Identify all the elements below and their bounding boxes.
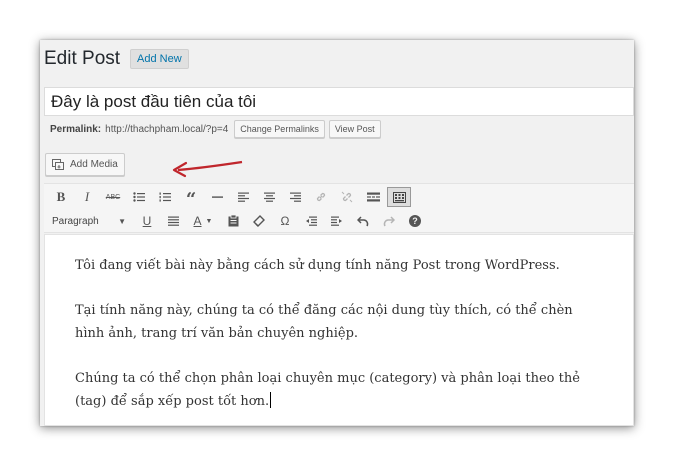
strikethrough-icon: ABC xyxy=(105,193,121,201)
permalink-label: Permalink: xyxy=(50,123,102,135)
numbered-list-button[interactable] xyxy=(152,186,178,208)
bold-button[interactable]: B xyxy=(48,186,74,208)
read-more-button[interactable] xyxy=(360,186,386,208)
strikethrough-button[interactable]: ABC xyxy=(100,186,126,208)
unlink-icon xyxy=(341,191,353,203)
view-post-button[interactable]: View Post xyxy=(328,120,381,138)
content-paragraph: Tại tính năng này, chúng ta có thể đăng … xyxy=(75,303,573,341)
text-color-button[interactable]: A ▼ xyxy=(186,210,220,232)
insert-link-button[interactable] xyxy=(308,186,334,208)
undo-button[interactable] xyxy=(350,210,376,232)
redo-button[interactable] xyxy=(376,210,402,232)
numbered-list-icon xyxy=(159,192,171,202)
eraser-icon xyxy=(253,215,265,227)
add-new-button[interactable]: Add New xyxy=(130,49,189,69)
post-title-input[interactable]: Đây là post đầu tiên của tôi xyxy=(44,87,634,116)
toolbar-toggle-icon xyxy=(392,191,406,203)
media-icon xyxy=(52,158,65,171)
toolbar-row-2: Paragraph ▼ U A ▼ Ω ? xyxy=(48,210,428,232)
page-header: Edit Post Add New xyxy=(44,48,189,70)
clear-formatting-button[interactable] xyxy=(246,210,272,232)
add-media-label: Add Media xyxy=(70,159,118,170)
permalink-url[interactable]: http://thachpham.local/?p=4 xyxy=(105,124,228,135)
bulleted-list-icon xyxy=(133,192,145,202)
page-title: Edit Post xyxy=(44,48,121,69)
paste-as-text-button[interactable] xyxy=(220,210,246,232)
indent-button[interactable] xyxy=(324,210,350,232)
outdent-button[interactable] xyxy=(298,210,324,232)
keyboard-shortcuts-button[interactable]: ? xyxy=(402,210,428,232)
permalink-bar: Permalink: http://thachpham.local/?p=4 C… xyxy=(50,120,381,138)
link-icon xyxy=(316,192,326,202)
align-center-icon xyxy=(263,192,275,202)
align-left-button[interactable] xyxy=(230,186,256,208)
content-paragraph: Tôi đang viết bài này bằng cách sử dụng … xyxy=(75,258,560,273)
content-editor[interactable]: Tôi đang viết bài này bằng cách sử dụng … xyxy=(44,234,634,426)
undo-icon xyxy=(357,215,369,226)
editor-toolbar: B I ABC “ Paragraph ▼ U A ▼ Ω ? xyxy=(44,183,634,233)
underline-button[interactable]: U xyxy=(134,210,160,232)
format-select[interactable]: Paragraph ▼ xyxy=(48,211,130,231)
align-right-button[interactable] xyxy=(282,186,308,208)
change-permalinks-button[interactable]: Change Permalinks xyxy=(234,120,325,138)
blockquote-button[interactable]: “ xyxy=(178,186,204,210)
align-center-button[interactable] xyxy=(256,186,282,208)
chevron-down-icon: ▼ xyxy=(118,216,126,226)
toolbar-row-1: B I ABC “ xyxy=(48,186,412,210)
remove-link-button[interactable] xyxy=(334,186,360,208)
toolbar-toggle-button[interactable] xyxy=(387,187,411,207)
add-media-button[interactable]: Add Media xyxy=(45,153,125,176)
format-select-value: Paragraph xyxy=(52,215,99,227)
clipboard-icon xyxy=(228,215,238,227)
content-paragraph: Chúng ta có thể chọn phân loại chuyên mụ… xyxy=(75,367,603,413)
justify-button[interactable] xyxy=(160,210,186,232)
help-icon: ? xyxy=(409,215,421,227)
horizontal-line-button[interactable] xyxy=(204,186,230,208)
indent-icon xyxy=(331,216,342,226)
align-left-icon xyxy=(237,192,249,202)
redo-icon xyxy=(383,215,395,226)
edit-post-screen: Edit Post Add New Đây là post đầu tiên c… xyxy=(40,40,634,426)
read-more-icon xyxy=(366,192,380,202)
horizontal-line-icon xyxy=(211,196,223,198)
chevron-down-icon: ▼ xyxy=(205,217,213,225)
content-paragraph-text: Chúng ta có thể chọn phân loại chuyên mụ… xyxy=(75,371,580,409)
text-color-icon: A xyxy=(193,214,202,228)
special-character-button[interactable]: Ω xyxy=(272,210,298,232)
bulleted-list-button[interactable] xyxy=(126,186,152,208)
annotation-arrow-icon xyxy=(172,160,243,178)
align-right-icon xyxy=(289,192,301,202)
justify-icon xyxy=(167,216,179,226)
blockquote-icon: “ xyxy=(185,189,197,210)
outdent-icon xyxy=(306,216,317,226)
italic-button[interactable]: I xyxy=(74,186,100,208)
text-cursor xyxy=(270,392,272,408)
